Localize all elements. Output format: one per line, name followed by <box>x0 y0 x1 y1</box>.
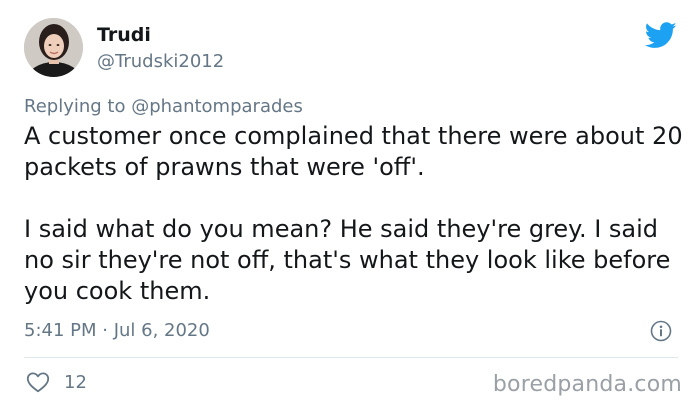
info-icon[interactable] <box>650 320 672 342</box>
watermark: boredpanda.com <box>492 372 682 397</box>
tweet-timestamp[interactable]: 5:41 PM · Jul 6, 2020 <box>24 320 210 341</box>
tweet-paragraph: I said what do you mean? He said they're… <box>24 215 671 305</box>
avatar[interactable] <box>24 18 83 77</box>
tweet-card: Trudi @Trudski2012 Replying to @phantomp… <box>0 0 700 410</box>
tweet-text: A customer once complained that there we… <box>24 121 684 307</box>
like-count: 12 <box>64 372 87 393</box>
divider <box>24 357 678 358</box>
replying-to-label: Replying to <box>24 96 126 117</box>
twitter-bird-icon[interactable] <box>645 22 677 49</box>
tweet-paragraph: A customer once complained that there we… <box>24 122 683 181</box>
user-handle[interactable]: @Trudski2012 <box>97 51 224 72</box>
reply-mention-link[interactable]: @phantomparades <box>131 96 303 117</box>
replying-to: Replying to @phantomparades <box>24 96 303 117</box>
display-name[interactable]: Trudi <box>97 24 151 46</box>
heart-icon[interactable] <box>26 371 50 393</box>
avatar-image <box>24 18 83 77</box>
